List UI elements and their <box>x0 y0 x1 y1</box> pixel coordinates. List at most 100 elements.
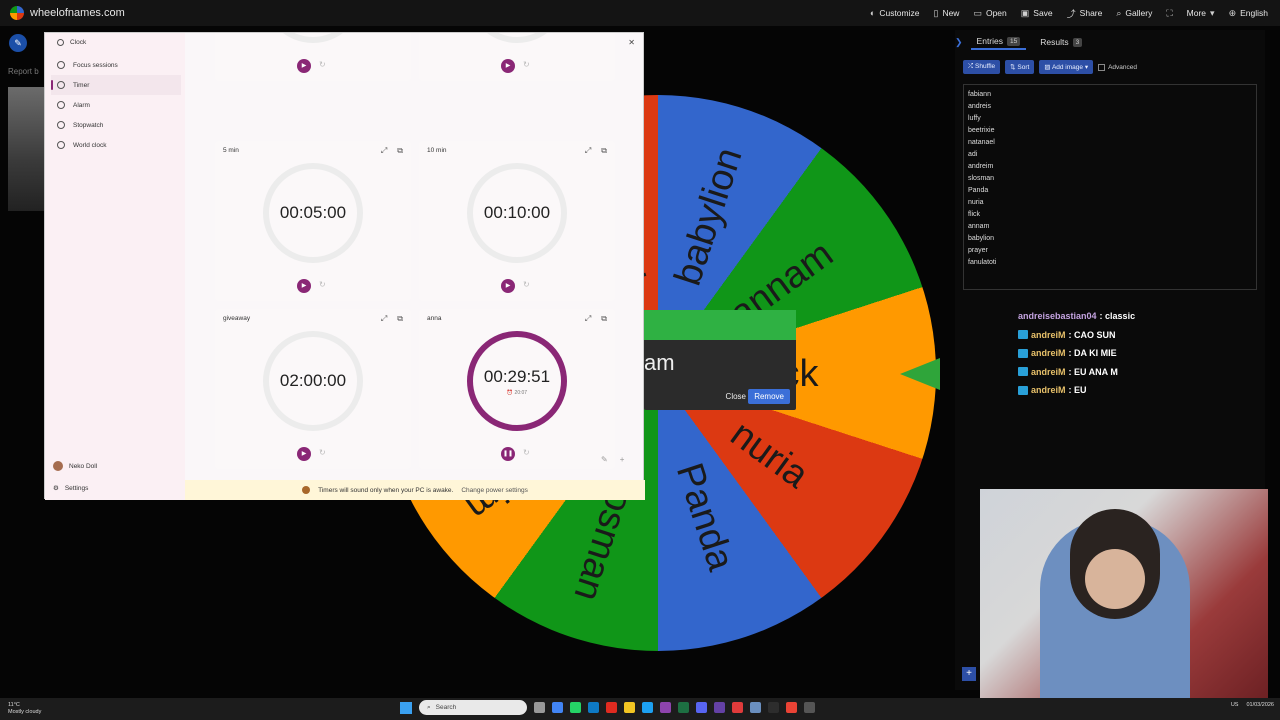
entry-line: natanael <box>968 139 995 146</box>
chat-message: andreiM : EU ANA M <box>1018 363 1135 382</box>
edit-icon[interactable]: ✎ <box>601 455 608 464</box>
tab-entries[interactable]: Entries 15 <box>970 34 1027 50</box>
pin-icon[interactable]: ⧉ <box>601 314 607 324</box>
edge-icon[interactable] <box>588 702 599 713</box>
reset-icon[interactable]: ↻ <box>319 60 326 69</box>
task-view-icon[interactable] <box>534 702 545 713</box>
pin-icon[interactable]: ⧉ <box>601 146 607 156</box>
change-power-settings-link[interactable]: Change power settings <box>461 487 528 494</box>
fullscreen-button[interactable]: ⛶ <box>1166 8 1172 19</box>
settings-button[interactable]: ⚙ Settings <box>53 484 88 493</box>
gallery-button[interactable]: ⌕ Gallery <box>1116 8 1152 19</box>
report-link[interactable]: Report b <box>8 67 39 76</box>
chrome-icon[interactable] <box>552 702 563 713</box>
add-icon[interactable]: + <box>620 455 625 464</box>
checkbox-box <box>1098 63 1106 71</box>
expand-icon[interactable]: ⤢ <box>381 314 387 324</box>
open-button[interactable]: ▭ Open <box>973 8 1006 19</box>
play-button[interactable]: ▶ <box>297 447 311 461</box>
close-button[interactable]: Close <box>726 392 746 401</box>
pencil-icon: ✎ <box>14 37 22 48</box>
remove-button[interactable]: Remove <box>748 389 790 404</box>
entry-line: annam <box>968 223 990 230</box>
nav-item-focus-sessions[interactable]: Focus sessions <box>51 55 181 75</box>
language-button[interactable]: ⊕ English <box>1229 8 1268 19</box>
timer-card[interactable]: anna ⤢ ⧉ 00:29:51 ⏰ 20:07 ❚❚ ↻ <box>419 309 615 469</box>
pin-icon[interactable]: ⧉ <box>397 146 403 156</box>
customize-button[interactable]: ◐ Customize <box>870 8 920 18</box>
obs-icon[interactable] <box>768 702 779 713</box>
tab-results[interactable]: Results 3 <box>1034 35 1088 49</box>
app-icon[interactable] <box>786 702 797 713</box>
share-button[interactable]: ⤴ Share <box>1067 7 1103 20</box>
expand-icon[interactable]: ⤢ <box>381 146 387 156</box>
whatsapp-icon[interactable] <box>570 702 581 713</box>
chevron-down-icon: ▾ <box>1210 7 1215 18</box>
nav-item-timer[interactable]: Timer <box>51 75 181 95</box>
timer-card[interactable]: giveaway ⤢ ⧉ 02:00:00 ▶ ↻ <box>215 309 411 469</box>
timer-time: 00:10:00 <box>483 203 551 222</box>
app-icon[interactable] <box>750 702 761 713</box>
reset-icon[interactable]: ↻ <box>523 448 530 457</box>
pause-button[interactable]: ❚❚ <box>501 447 515 461</box>
play-button[interactable]: ▶ <box>501 279 515 293</box>
date[interactable]: 01/03/2026 <box>1246 702 1274 708</box>
reset-icon[interactable]: ↻ <box>319 448 326 457</box>
notice-text: Timers will sound only when your PC is a… <box>318 486 454 494</box>
menu-label: Save <box>1033 8 1053 18</box>
more-button[interactable]: More ▾ <box>1187 8 1215 19</box>
discord-icon[interactable] <box>696 702 707 713</box>
taskbar-search[interactable]: ⌕ Search <box>419 700 527 715</box>
add-image-button[interactable]: ▨ Add image ▾ <box>1039 60 1094 74</box>
save-button[interactable]: ▣ Save <box>1021 8 1053 19</box>
timer-card[interactable]: ⤢⧉00:03:00▶↻ <box>419 33 615 81</box>
app-icon[interactable] <box>714 702 725 713</box>
globe-icon <box>57 141 65 149</box>
add-button[interactable]: + <box>962 667 976 681</box>
app-icon[interactable] <box>660 702 671 713</box>
entry-line: adi <box>968 151 978 158</box>
reset-icon[interactable]: ↻ <box>523 60 530 69</box>
weather-text: Mostly cloudy <box>8 709 42 715</box>
excel-icon[interactable] <box>678 702 689 713</box>
app-icon[interactable] <box>732 702 743 713</box>
advanced-checkbox[interactable]: Advanced <box>1098 63 1137 71</box>
collapse-icon[interactable]: ❯ <box>955 37 963 48</box>
new-button[interactable]: ▯ New <box>933 8 959 19</box>
sort-button[interactable]: ⇅ Sort <box>1005 60 1035 74</box>
weather-widget[interactable]: 11°C Mostly cloudy <box>8 702 41 716</box>
reset-icon[interactable]: ↻ <box>523 280 530 289</box>
site-logo[interactable]: wheelofnames.com <box>10 6 125 20</box>
timer-card[interactable]: 10 min ⤢ ⧉ 00:10:00 ▶ ↻ <box>419 141 615 301</box>
file-explorer-icon[interactable] <box>624 702 635 713</box>
opera-icon[interactable] <box>606 702 617 713</box>
top-menu: ◐ Customize ▯ New ▭ Open ▣ Save ⤴ Share ⌕ Gall… <box>870 0 1268 26</box>
folder-icon: ▭ <box>973 7 982 18</box>
button-label: Sort <box>1017 64 1030 71</box>
expand-icon[interactable]: ⤢ <box>585 314 591 324</box>
app-icon[interactable] <box>804 702 815 713</box>
entry-line: fabiann <box>968 91 991 98</box>
timer-card-actions: ⤢ ⧉ <box>381 146 403 156</box>
play-button[interactable]: ▶ <box>297 279 311 293</box>
user-account[interactable]: Neko Doll <box>53 461 97 471</box>
entries-textarea[interactable]: fabiann andreis luffy beetrixie natanael adi a… <box>963 84 1257 290</box>
entry-line: flick <box>968 211 981 218</box>
timer-card[interactable]: ⤢⧉00:01:00▶↻ <box>215 33 411 81</box>
reset-icon[interactable]: ↻ <box>319 280 326 289</box>
nav-item-stopwatch[interactable]: Stopwatch <box>51 115 181 135</box>
windows-start-icon[interactable] <box>400 701 412 714</box>
pin-icon[interactable]: ⧉ <box>397 314 403 324</box>
edit-pencil-button[interactable]: ✎ <box>9 34 27 52</box>
expand-icon[interactable]: ⤢ <box>585 146 591 156</box>
play-button[interactable]: ▶ <box>297 59 311 73</box>
play-button[interactable]: ▶ <box>501 59 515 73</box>
app-icon[interactable] <box>642 702 653 713</box>
shuffle-button[interactable]: ⤮ Shuffle <box>963 60 1001 74</box>
avatar <box>53 461 63 471</box>
language-indicator[interactable]: US <box>1231 702 1239 708</box>
timer-card[interactable]: 5 min ⤢ ⧉ 00:05:00 ▶ ↻ <box>215 141 411 301</box>
chat-badge-icon <box>1018 367 1028 377</box>
nav-item-alarm[interactable]: Alarm <box>51 95 181 115</box>
nav-item-world-clock[interactable]: World clock <box>51 135 181 155</box>
